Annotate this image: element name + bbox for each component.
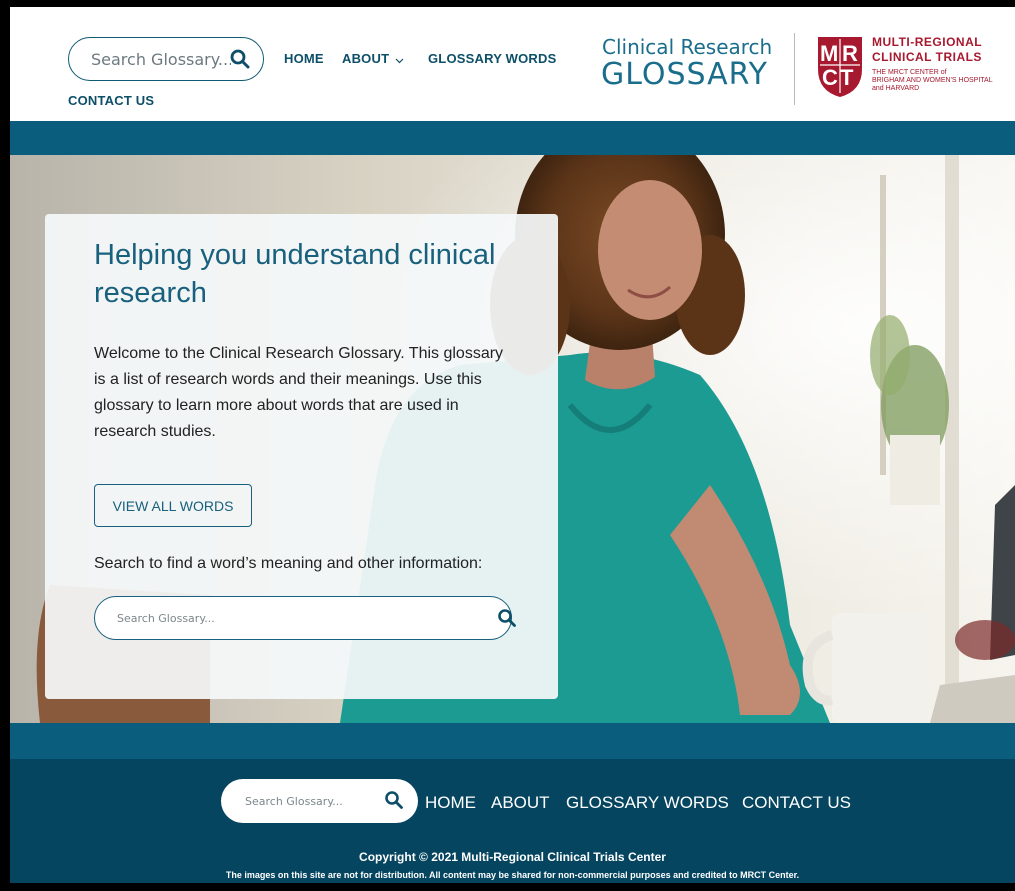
- hero-section: Helping you understand clinical research…: [10, 155, 1015, 723]
- footer-nav-about[interactable]: ABOUT: [491, 793, 550, 813]
- nav-home[interactable]: HOME: [284, 51, 324, 66]
- brand-title[interactable]: GLOSSARY: [601, 57, 768, 92]
- mrct-affiliation: THE MRCT CENTER of BRIGHAM AND WOMEN'S H…: [872, 69, 1015, 93]
- svg-text:C: C: [822, 65, 838, 90]
- svg-text:M: M: [820, 41, 838, 66]
- footer-search-input[interactable]: [245, 794, 365, 808]
- search-prompt-text: Search to find a word’s meaning and othe…: [94, 555, 483, 572]
- hero-search[interactable]: [94, 596, 516, 640]
- svg-text:R: R: [842, 41, 858, 66]
- svg-text:T: T: [840, 65, 854, 90]
- search-icon[interactable]: [229, 48, 251, 75]
- mrct-affiliation-line3: and HARVARD: [872, 85, 920, 92]
- copyright-text: Copyright © 2021 Multi-Regional Clinical…: [359, 850, 666, 864]
- footer-band: [10, 723, 1015, 759]
- hero-search-input[interactable]: [117, 611, 417, 625]
- site-footer: HOME ABOUT GLOSSARY WORDS CONTACT US: [10, 759, 1015, 883]
- site-header: HOME ABOUT GLOSSARY WORDS CONTACT US Cli…: [10, 7, 1015, 121]
- footer-nav-contact-us[interactable]: CONTACT US: [742, 793, 851, 813]
- nav-contact-us[interactable]: CONTACT US: [68, 93, 154, 108]
- brand-subtitle[interactable]: Clinical Research: [602, 35, 772, 59]
- nav-about-label: ABOUT: [342, 51, 390, 66]
- mrct-logo[interactable]: M R C T: [816, 35, 864, 99]
- search-icon[interactable]: [384, 790, 404, 815]
- footer-nav-home[interactable]: HOME: [425, 793, 476, 813]
- disclaimer-text: The images on this site are not for dist…: [225, 870, 800, 880]
- mrct-affiliation-line1: THE MRCT CENTER of: [872, 69, 947, 76]
- chevron-down-icon: [395, 52, 404, 67]
- footer-search[interactable]: [221, 779, 418, 823]
- hero-card: Helping you understand clinical research…: [45, 214, 558, 699]
- brand-divider: [794, 33, 795, 105]
- header-search-input[interactable]: [91, 49, 231, 69]
- mrct-name-line2: CLINICAL TRIALS: [872, 50, 982, 64]
- mrct-affiliation-line2: BRIGHAM AND WOMEN'S HOSPITAL: [872, 77, 993, 84]
- page-frame: HOME ABOUT GLOSSARY WORDS CONTACT US Cli…: [10, 7, 1015, 883]
- header-band: [10, 121, 1015, 155]
- nav-glossary-words[interactable]: GLOSSARY WORDS: [428, 51, 556, 66]
- header-search[interactable]: [68, 37, 264, 81]
- nav-about[interactable]: ABOUT: [342, 51, 404, 67]
- footer-nav-glossary-words[interactable]: GLOSSARY WORDS: [566, 793, 729, 813]
- mrct-name-line1: MULTI-REGIONAL: [872, 35, 983, 49]
- hero-description: Welcome to the Clinical Research Glossar…: [94, 345, 504, 440]
- view-all-words-button[interactable]: VIEW ALL WORDS: [94, 484, 252, 527]
- hero-title: Helping you understand clinical research: [94, 239, 496, 309]
